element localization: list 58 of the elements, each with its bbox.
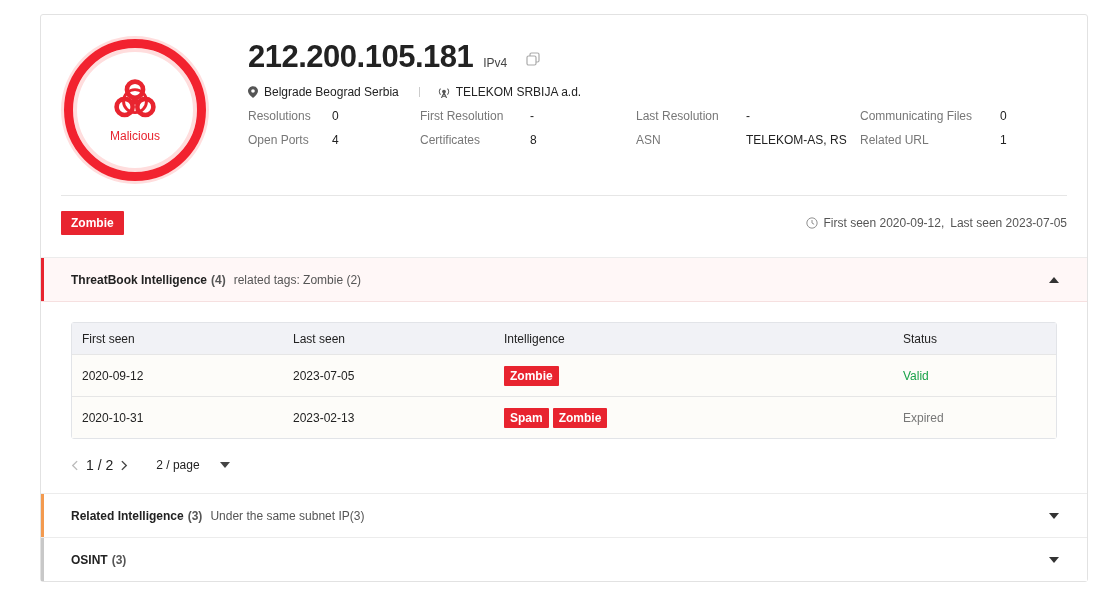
stat-label: Last Resolution <box>636 109 720 123</box>
ip-address: 212.200.105.181 <box>248 39 474 75</box>
column-header: Status <box>902 331 939 346</box>
section-header[interactable]: OSINT (3) <box>41 537 1087 581</box>
stat-value: - <box>530 109 535 123</box>
column-header: Intelligence <box>503 331 566 346</box>
page-size-select[interactable]: 2 / page <box>156 458 230 472</box>
status-text: Expired <box>902 410 945 425</box>
caret-icon[interactable] <box>1049 276 1059 283</box>
first-seen-text: First seen 2020-09-12, <box>823 216 945 230</box>
next-page-icon[interactable] <box>121 459 129 471</box>
antenna-icon <box>437 86 450 98</box>
stat-label: Resolutions <box>248 109 312 123</box>
threat-tag: Zombie <box>61 211 124 235</box>
table-cell-text: 2023-02-13 <box>292 410 356 425</box>
section-count: (3) <box>111 552 127 567</box>
stat-label: Communicating Files <box>860 109 974 123</box>
stat-value: - <box>746 109 751 123</box>
stat-label: First Resolution <box>420 109 505 123</box>
caret-icon[interactable] <box>1049 512 1059 519</box>
location-text: Belgrade Beograd Serbia <box>264 85 399 99</box>
section-header[interactable]: Related Intelligence (3) Under the same subnet IP(3) <box>41 493 1087 537</box>
column-header: First seen <box>81 331 136 346</box>
page-indicator: 1 / 2 <box>86 457 114 473</box>
table-cell-text: 2020-10-31 <box>81 410 145 425</box>
stat-label: Open Ports <box>248 133 310 147</box>
column-header: Last seen <box>292 331 347 346</box>
section-count: (4) <box>211 272 226 287</box>
stat-value: TELEKOM-AS, RS <box>746 133 848 147</box>
stat-label: Related URL <box>860 133 930 147</box>
last-seen-text: Last seen 2023-07-05 <box>950 216 1067 230</box>
section-count: (3) <box>187 508 203 523</box>
carrier-text: TELEKOM SRBIJA a.d. <box>455 85 582 99</box>
table-cell-text: 2023-07-05 <box>292 368 356 383</box>
caret-icon <box>219 462 230 468</box>
section-title: Related Intelligence <box>71 508 184 523</box>
verdict-label: Malicious <box>110 129 160 143</box>
stat-value: 0 <box>332 109 340 123</box>
stat-value: 4 <box>332 133 340 147</box>
section-title: ThreatBook Intelligence <box>71 272 208 287</box>
stat-label: ASN <box>636 133 662 147</box>
stat-value: 1 <box>1000 133 1008 147</box>
section-note: Under the same subnet IP(3) <box>210 508 365 523</box>
stat-value: 8 <box>530 133 538 147</box>
intelligence-tag: Zombie <box>504 365 559 386</box>
section-header[interactable]: ThreatBook Intelligence (4) related tags: Zombie (2) <box>41 257 1087 302</box>
intelligence-tag: Zombie <box>552 407 608 428</box>
intelligence-tag: Spam <box>504 407 549 428</box>
section-note: related tags: Zombie (2) <box>233 272 362 287</box>
section-title: OSINT <box>71 552 108 567</box>
stat-label: Certificates <box>420 133 482 147</box>
ip-version: IPv4 <box>483 56 508 70</box>
location-pin-icon <box>248 86 258 98</box>
stat-value: 0 <box>1000 109 1008 123</box>
clock-icon <box>805 217 818 229</box>
status-text: Valid <box>902 368 930 383</box>
table-cell-text: 2020-09-12 <box>81 368 145 383</box>
caret-icon[interactable] <box>1049 556 1059 563</box>
